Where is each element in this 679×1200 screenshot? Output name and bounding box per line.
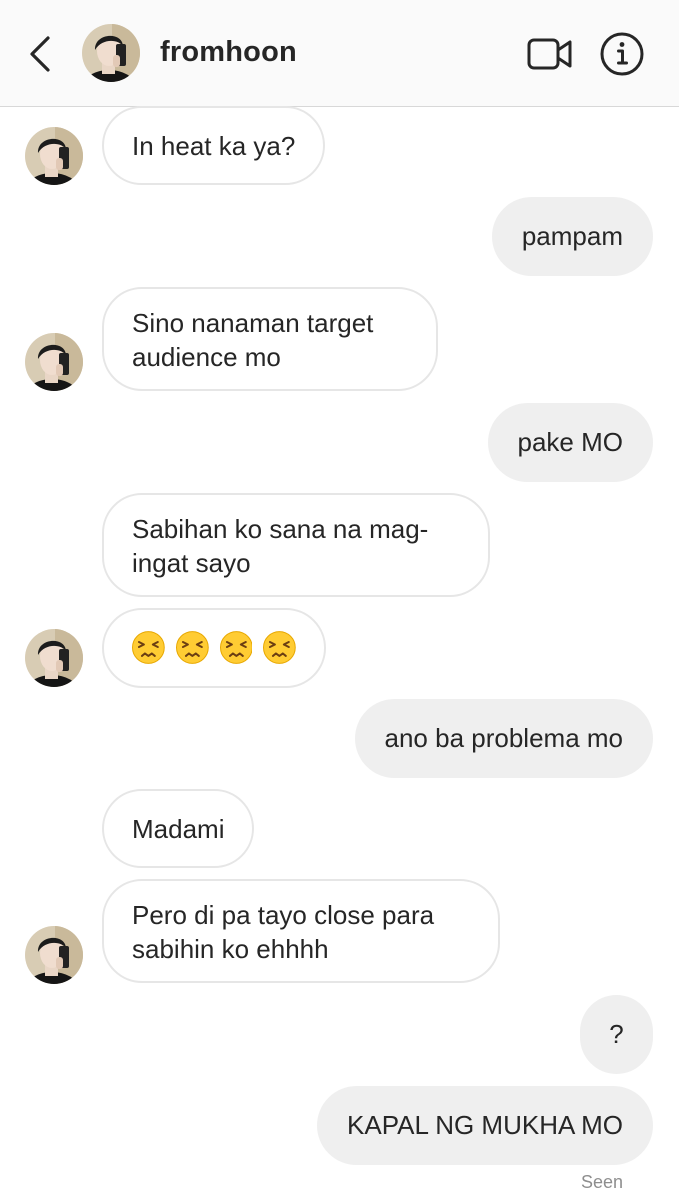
message-text: Pero di pa tayo close para [132,900,435,930]
seen-status: Seen [580,1172,623,1192]
info-button[interactable] [598,30,646,78]
message-bubble-incoming[interactable]: Pero di pa tayo close para sabihin ko eh… [102,879,500,983]
video-call-button[interactable] [525,32,575,76]
persevering-face-icon [175,631,209,664]
message-bubble-outgoing[interactable]: ano ba problema mo [354,699,653,778]
chevron-left-icon [30,36,50,72]
avatar[interactable] [82,24,140,82]
message-bubble-outgoing[interactable]: ? [580,995,653,1074]
persevering-face-icon [219,631,253,664]
message-text: ingat sayo [132,548,251,578]
video-call-icon [527,38,572,70]
message-bubble-incoming[interactable] [102,608,326,688]
emoji-row [132,631,296,664]
message-text: KAPAL NG MUKHA MO [347,1110,623,1140]
message-text: In heat ka ya? [132,131,296,161]
message-bubble-outgoing[interactable]: pake MO [487,403,653,482]
message-bubble-outgoing[interactable]: KAPAL NG MUKHA MO [317,1086,653,1165]
message-text: pampam [521,221,623,251]
persevering-face-icon [132,631,165,664]
message-text: sabihin ko ehhhh [132,934,329,964]
message-text: Sino nanaman target [132,308,374,338]
message-bubble-incoming[interactable]: Sino nanaman target audience mo [102,287,438,391]
message-text: ano ba problema mo [384,723,623,753]
message-bubble-incoming[interactable]: Madami [102,789,255,868]
avatar[interactable] [25,333,83,391]
message-bubble-outgoing[interactable]: pampam [491,197,653,276]
message-text: audience mo [132,342,281,372]
message-bubble-incoming[interactable]: In heat ka ya? [102,106,326,185]
message-text: Sabihan ko sana na mag- [132,514,429,544]
avatar[interactable] [25,629,83,687]
info-icon [600,32,644,76]
persevering-face-icon [263,631,296,664]
message-text: Madami [132,814,225,844]
avatar[interactable] [25,926,83,984]
back-button[interactable] [20,30,60,78]
chat-header: fromhoon [0,0,679,107]
message-text: pake MO [517,427,624,457]
avatar[interactable] [25,127,83,185]
message-bubble-incoming[interactable]: Sabihan ko sana na mag- ingat sayo [102,493,490,597]
chat-username[interactable]: fromhoon [160,36,297,69]
message-text: ? [609,1019,624,1049]
